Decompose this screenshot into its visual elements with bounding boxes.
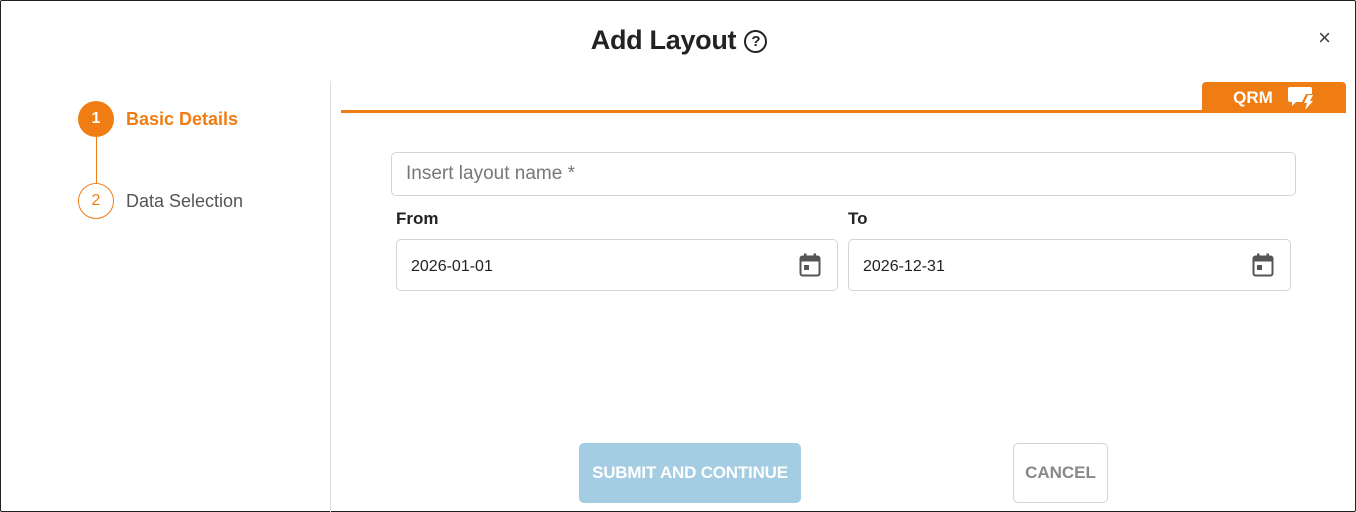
- dialog-title: Add Layout?: [1, 25, 1356, 56]
- step-label: Data Selection: [126, 190, 244, 211]
- submit-and-continue-button[interactable]: SUBMIT AND CONTINUE: [579, 443, 801, 503]
- layout-name-input[interactable]: [391, 152, 1296, 196]
- from-label: From: [396, 209, 439, 228]
- help-icon[interactable]: ?: [744, 30, 768, 53]
- to-date-value: 2026-12-31: [863, 257, 945, 275]
- to-date-field[interactable]: 2026-12-31: [848, 239, 1291, 291]
- flash-chat-icon: [1287, 86, 1313, 110]
- qrm-bar: [341, 110, 1346, 113]
- calendar-icon[interactable]: [797, 252, 823, 278]
- from-date-field[interactable]: 2026-01-01: [396, 239, 838, 291]
- to-label: To: [848, 209, 868, 228]
- step-connector: [96, 137, 97, 183]
- qrm-label: QRM: [1233, 87, 1273, 107]
- step-number: 2: [78, 183, 114, 219]
- close-icon[interactable]: ×: [1318, 27, 1331, 49]
- from-date-value: 2026-01-01: [411, 257, 493, 275]
- qrm-button[interactable]: QRM: [1202, 82, 1346, 113]
- calendar-icon[interactable]: [1250, 252, 1276, 278]
- sidebar-divider: [330, 81, 331, 512]
- step-data-selection[interactable]: 2 Data Selection: [78, 183, 243, 219]
- add-layout-dialog: Add Layout? × 1 Basic Details 2 Data Sel…: [0, 0, 1356, 512]
- step-label: Basic Details: [126, 108, 239, 129]
- step-basic-details[interactable]: 1 Basic Details: [78, 101, 238, 137]
- dialog-title-text: Add Layout: [590, 25, 737, 55]
- cancel-button[interactable]: CANCEL: [1013, 443, 1108, 503]
- step-number: 1: [78, 101, 114, 137]
